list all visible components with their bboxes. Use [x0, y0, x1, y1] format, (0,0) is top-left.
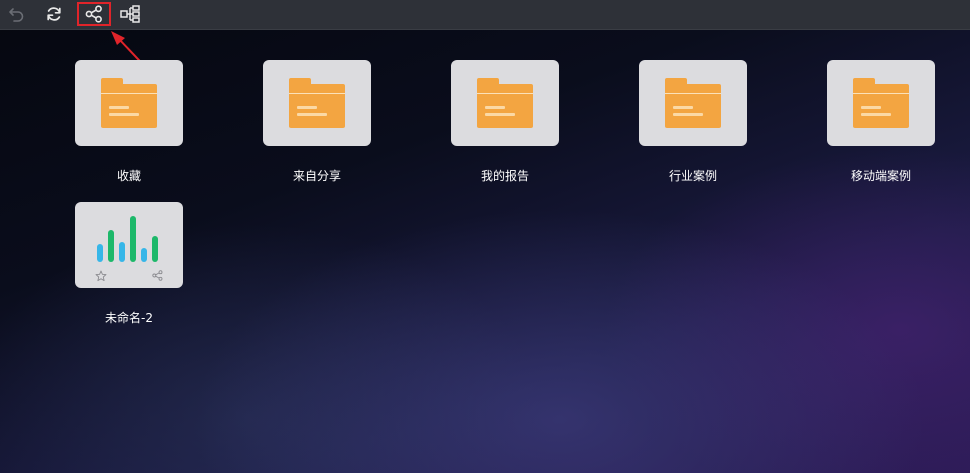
- structure-button[interactable]: [115, 2, 145, 26]
- folder-tile[interactable]: 来自分享: [263, 60, 371, 183]
- folder-tile[interactable]: 行业案例: [639, 60, 747, 183]
- report-card[interactable]: [75, 202, 183, 288]
- folder-tile[interactable]: 移动端案例: [827, 60, 935, 183]
- folder-tile[interactable]: 收藏: [75, 60, 183, 183]
- report-tile[interactable]: 未命名-2: [75, 202, 183, 325]
- folder-label: 移动端案例: [850, 169, 911, 183]
- folder-label: 我的报告: [480, 169, 529, 183]
- folder-card[interactable]: [827, 60, 935, 146]
- share-icon: [85, 5, 102, 23]
- favorite-star-icon[interactable]: [95, 270, 107, 282]
- folder-icon: [101, 78, 157, 128]
- share-icon[interactable]: [152, 270, 163, 281]
- report-label: 未命名-2: [105, 311, 153, 325]
- share-button[interactable]: [77, 2, 111, 26]
- folder-card[interactable]: [263, 60, 371, 146]
- structure-icon: [120, 5, 140, 23]
- undo-icon: [9, 8, 24, 22]
- folder-icon: [289, 78, 345, 128]
- folder-icon: [665, 78, 721, 128]
- refresh-button[interactable]: [39, 2, 69, 26]
- folder-card[interactable]: [75, 60, 183, 146]
- folder-icon: [853, 78, 909, 128]
- folder-label: 收藏: [116, 169, 141, 183]
- chart-thumbnail-icon: [97, 214, 161, 262]
- refresh-icon: [47, 7, 61, 21]
- folder-card[interactable]: [451, 60, 559, 146]
- folder-card[interactable]: [639, 60, 747, 146]
- toolbar: [0, 0, 970, 30]
- folder-icon: [477, 78, 533, 128]
- undo-button[interactable]: [2, 2, 32, 26]
- folder-label: 行业案例: [668, 169, 717, 183]
- folder-label: 来自分享: [292, 169, 341, 183]
- folder-tile[interactable]: 我的报告: [451, 60, 559, 183]
